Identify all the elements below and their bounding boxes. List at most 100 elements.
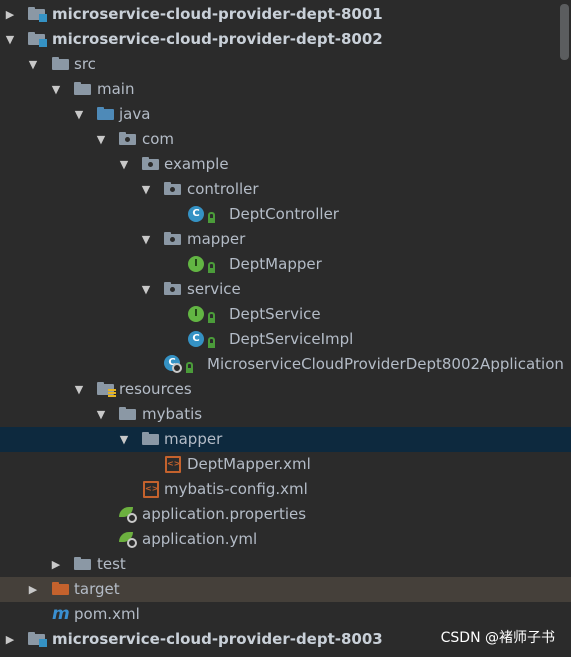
folder-label: mybatis bbox=[142, 405, 203, 423]
file-label: DeptService bbox=[229, 305, 321, 323]
tree-row-main[interactable]: ▼ main bbox=[0, 77, 558, 102]
interface-icon: I bbox=[188, 256, 204, 272]
lock-icon bbox=[208, 212, 215, 223]
lock-icon bbox=[208, 262, 215, 273]
folder-label: main bbox=[97, 80, 135, 98]
lock-icon bbox=[208, 337, 215, 348]
file-label: pom.xml bbox=[74, 605, 140, 623]
folder-icon bbox=[119, 407, 136, 420]
tree-row-module-8002[interactable]: ▼ microservice-cloud-provider-dept-8002 bbox=[0, 27, 558, 52]
tree-row-dept-mapper[interactable]: I DeptMapper bbox=[0, 252, 558, 277]
collapse-arrow-icon[interactable]: ▼ bbox=[73, 377, 85, 402]
folder-label: test bbox=[97, 555, 126, 573]
xml-file-icon: <> bbox=[143, 481, 159, 498]
folder-icon bbox=[52, 57, 69, 70]
tree-row-mapper-package[interactable]: ▼ mapper bbox=[0, 227, 558, 252]
file-label: mybatis-config.xml bbox=[164, 480, 308, 498]
folder-label: target bbox=[74, 580, 120, 598]
file-label: MicroserviceCloudProviderDept8002Applica… bbox=[207, 355, 564, 373]
package-icon bbox=[119, 132, 136, 145]
maven-icon: m bbox=[52, 604, 70, 624]
folder-label: java bbox=[119, 105, 151, 123]
tree-row-service[interactable]: ▼ service bbox=[0, 277, 558, 302]
lock-icon bbox=[186, 362, 193, 373]
module-folder-icon bbox=[28, 632, 47, 647]
package-label: service bbox=[187, 280, 241, 298]
tree-row-application-yml[interactable]: application.yml bbox=[0, 527, 558, 552]
collapse-arrow-icon[interactable]: ▼ bbox=[140, 177, 152, 202]
tree-row-target[interactable]: ▶ target bbox=[0, 577, 571, 602]
tree-row-mapper-folder[interactable]: ▼ mapper bbox=[0, 427, 571, 452]
package-icon bbox=[164, 282, 181, 295]
collapse-arrow-icon[interactable]: ▼ bbox=[50, 77, 62, 102]
tree-row-resources[interactable]: ▼ resources bbox=[0, 377, 558, 402]
collapse-arrow-icon[interactable]: ▼ bbox=[140, 277, 152, 302]
collapse-arrow-icon[interactable]: ▼ bbox=[73, 102, 85, 127]
class-icon: C bbox=[188, 206, 204, 222]
folder-label: src bbox=[74, 55, 96, 73]
tree-row-module-8001[interactable]: ▶ microservice-cloud-provider-dept-8001 bbox=[0, 2, 558, 27]
module-label: microservice-cloud-provider-dept-8003 bbox=[52, 630, 383, 648]
project-tree: ▶ microservice-cloud-provider-dept-8001 … bbox=[0, 2, 571, 652]
package-label: example bbox=[164, 155, 229, 173]
tree-row-controller[interactable]: ▼ controller bbox=[0, 177, 558, 202]
excluded-folder-icon bbox=[52, 582, 69, 595]
collapse-arrow-icon[interactable]: ▼ bbox=[27, 52, 39, 77]
collapse-arrow-icon[interactable]: ▼ bbox=[140, 227, 152, 252]
resources-folder-icon bbox=[97, 382, 116, 397]
folder-icon bbox=[74, 82, 91, 95]
collapse-arrow-icon[interactable]: ▼ bbox=[95, 402, 107, 427]
folder-label: mapper bbox=[164, 430, 223, 448]
tree-row-src[interactable]: ▼ src bbox=[0, 52, 558, 77]
interface-icon: I bbox=[188, 306, 204, 322]
vertical-scrollbar[interactable] bbox=[560, 4, 569, 60]
package-label: com bbox=[142, 130, 175, 148]
xml-file-icon: <> bbox=[165, 456, 181, 473]
spring-boot-class-icon: C bbox=[164, 355, 184, 373]
class-icon: C bbox=[188, 331, 204, 347]
tree-row-dept-service[interactable]: I DeptService bbox=[0, 302, 558, 327]
expand-arrow-icon[interactable]: ▶ bbox=[50, 552, 62, 577]
tree-row-dept-mapper-xml[interactable]: <> DeptMapper.xml bbox=[0, 452, 558, 477]
tree-row-test[interactable]: ▶ test bbox=[0, 552, 558, 577]
module-label: microservice-cloud-provider-dept-8002 bbox=[52, 30, 383, 48]
folder-icon bbox=[74, 557, 91, 570]
watermark: CSDN @褚师子书 bbox=[440, 630, 555, 646]
collapse-arrow-icon[interactable]: ▼ bbox=[118, 427, 130, 452]
file-label: application.properties bbox=[142, 505, 307, 523]
package-icon bbox=[164, 182, 181, 195]
tree-row-mybatis[interactable]: ▼ mybatis bbox=[0, 402, 558, 427]
file-label: DeptMapper.xml bbox=[187, 455, 311, 473]
file-label: DeptServiceImpl bbox=[229, 330, 354, 348]
tree-row-example[interactable]: ▼ example bbox=[0, 152, 558, 177]
expand-arrow-icon[interactable]: ▶ bbox=[4, 627, 16, 652]
tree-row-application-class[interactable]: C MicroserviceCloudProviderDept8002Appli… bbox=[0, 352, 564, 377]
file-label: DeptController bbox=[229, 205, 339, 223]
tree-row-dept-service-impl[interactable]: C DeptServiceImpl bbox=[0, 327, 558, 352]
tree-row-mybatis-config[interactable]: <> mybatis-config.xml bbox=[0, 477, 558, 502]
package-label: controller bbox=[187, 180, 259, 198]
file-label: application.yml bbox=[142, 530, 258, 548]
package-icon bbox=[142, 157, 159, 170]
source-folder-icon bbox=[97, 107, 114, 120]
lock-icon bbox=[208, 312, 215, 323]
folder-label: resources bbox=[119, 380, 192, 398]
file-label: DeptMapper bbox=[229, 255, 322, 273]
tree-row-com[interactable]: ▼ com bbox=[0, 127, 558, 152]
spring-config-icon bbox=[119, 531, 139, 548]
expand-arrow-icon[interactable]: ▶ bbox=[4, 2, 16, 27]
module-folder-icon bbox=[28, 7, 47, 22]
tree-row-pom[interactable]: m pom.xml bbox=[0, 602, 558, 627]
tree-row-dept-controller[interactable]: C DeptController bbox=[0, 202, 558, 227]
collapse-arrow-icon[interactable]: ▼ bbox=[95, 127, 107, 152]
tree-row-java[interactable]: ▼ java bbox=[0, 102, 558, 127]
module-label: microservice-cloud-provider-dept-8001 bbox=[52, 5, 383, 23]
spring-config-icon bbox=[119, 506, 139, 523]
collapse-arrow-icon[interactable]: ▼ bbox=[4, 27, 16, 52]
expand-arrow-icon[interactable]: ▶ bbox=[27, 577, 39, 602]
module-folder-icon bbox=[28, 32, 47, 47]
tree-row-application-properties[interactable]: application.properties bbox=[0, 502, 558, 527]
collapse-arrow-icon[interactable]: ▼ bbox=[118, 152, 130, 177]
package-label: mapper bbox=[187, 230, 246, 248]
package-icon bbox=[164, 232, 181, 245]
